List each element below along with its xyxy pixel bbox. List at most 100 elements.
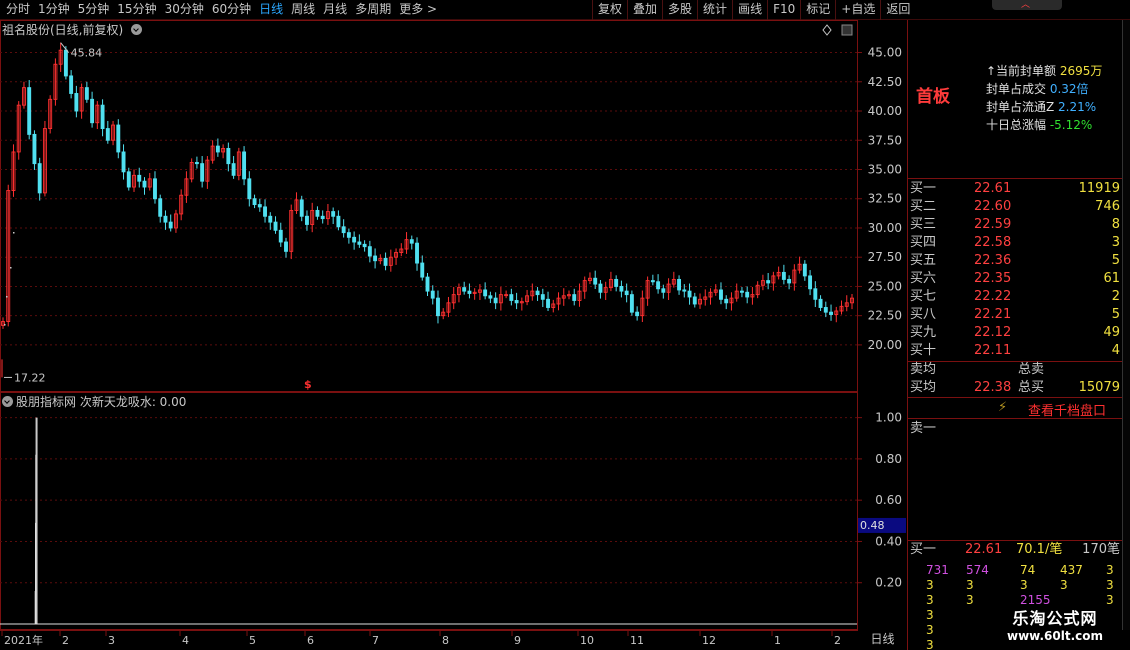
bid-level-name: 买六 [910, 271, 937, 286]
candle-body [32, 133, 37, 165]
bid-level-volume: 61 [1103, 271, 1120, 286]
candle-body [27, 87, 32, 135]
bid-level-row[interactable]: 买一 22.61 11919 [908, 180, 1122, 198]
queue-row: 731 574 74 437 3 [908, 563, 1122, 578]
candle-body [692, 296, 697, 305]
candle-body [200, 163, 205, 182]
tool-button-6[interactable]: 标记 [800, 0, 835, 20]
bid-level-row[interactable]: 买九 22.12 49 [908, 324, 1122, 342]
chevron-down-circle-icon[interactable] [2, 396, 13, 407]
chevron-down-circle-icon[interactable] [131, 24, 143, 35]
candle-body [63, 49, 68, 77]
stock-title-text: 祖名股份(日线,前复权) [2, 23, 124, 37]
candle-body [483, 289, 488, 297]
tool-button-2[interactable]: 多股 [662, 0, 697, 20]
bid-level-row[interactable]: 买五 22.36 5 [908, 252, 1122, 270]
candle-body [514, 300, 519, 304]
bid-level-name: 买五 [910, 253, 937, 268]
tool-button-1[interactable]: 叠加 [627, 0, 662, 20]
price-tick-label: 35.00 [868, 162, 902, 176]
candle-body [194, 162, 199, 165]
period-tabs: 分时 1分钟 5分钟 15分钟 30分钟 60分钟 日线 周线 月线 多周期 更多 > [2, 0, 441, 20]
first-board-badge: 首板 [916, 87, 950, 107]
seal-summary-row: 十日总涨幅 -5.12% [986, 116, 1092, 133]
bottom-bid-name: 买一 [910, 542, 937, 557]
bottom-bid-count: 170笔 [1082, 542, 1120, 557]
tool-button-4[interactable]: 画线 [732, 0, 767, 20]
queue-cell: 3 [966, 593, 974, 607]
candle-body [126, 171, 131, 188]
candle-body [383, 257, 388, 266]
candle-body [656, 281, 661, 290]
stock-title[interactable]: 祖名股份(日线,前复权) [2, 21, 145, 38]
candle-body [373, 255, 378, 262]
top-collapse-handle[interactable]: ︿ [992, 0, 1062, 10]
date-tick-label: 4 [182, 634, 189, 647]
tool-button-8[interactable]: 返回 [880, 0, 915, 20]
seal-summary-row: 封单占流通Z 2.21% [986, 98, 1096, 115]
high-price-label: 45.84 [71, 47, 103, 60]
bid-level-row[interactable]: 买七 22.22 2 [908, 288, 1122, 306]
kline-chart[interactable]: 45.00 42.50 40.00 37.50 35.00 32.50 30.00 27.50… [0, 20, 907, 392]
bid-level-row[interactable]: 买三 22.59 8 [908, 216, 1122, 234]
candle-body [121, 151, 126, 173]
candle-body [745, 291, 750, 298]
tool-button-5[interactable]: F10 [767, 0, 800, 20]
current-value-label: 0.48 [860, 519, 885, 532]
period-tab-0[interactable]: 分时 [2, 0, 34, 20]
bid-level-row[interactable]: 买二 22.60 746 [908, 198, 1122, 216]
bid-level-price: 22.59 [974, 217, 1012, 232]
bid-level-name: 买九 [910, 325, 937, 340]
indicator-tick-label: 0.60 [875, 493, 902, 507]
tool-button-3[interactable]: 统计 [697, 0, 732, 20]
price-tick-label: 45.00 [868, 46, 902, 60]
candle-body [341, 226, 346, 234]
candle-body [802, 263, 807, 277]
period-tab-2[interactable]: 5分钟 [74, 0, 114, 20]
buy-average-row: 买均 22.38 总买 15079 [908, 379, 1122, 397]
price-tick-label: 40.00 [868, 104, 902, 118]
period-tab-4[interactable]: 30分钟 [161, 0, 208, 20]
candle-body [37, 163, 42, 194]
bid-level-row[interactable]: 买六 22.35 61 [908, 270, 1122, 288]
candle-body [90, 98, 95, 124]
tool-button-0[interactable]: 复权 [592, 0, 627, 20]
view-ladder-link[interactable]: 查看千档盘口 [1028, 400, 1106, 419]
period-tab-7[interactable]: 周线 [287, 0, 319, 20]
bid-level-price: 22.60 [974, 199, 1012, 214]
date-tick-label: 8 [442, 634, 449, 647]
indicator-title[interactable]: 股朋指标网 次新天龙吸水: 0.00 [2, 393, 186, 410]
queue-cell: 574 [966, 563, 989, 577]
bid-level-row[interactable]: 买八 22.21 5 [908, 306, 1122, 324]
period-button[interactable]: 日线 [858, 630, 907, 650]
candle-body [808, 275, 813, 290]
period-tab-6[interactable]: 日线 [255, 0, 287, 20]
bid-level-name: 买二 [910, 199, 937, 214]
bid-level-row[interactable]: 买四 22.58 3 [908, 234, 1122, 252]
tool-button-7[interactable]: +自选 [835, 0, 880, 20]
candle-body [509, 294, 514, 301]
period-tab-1[interactable]: 1分钟 [34, 0, 74, 20]
period-tab-8[interactable]: 月线 [319, 0, 351, 20]
queue-cell: 3 [1060, 578, 1068, 592]
candle-body [215, 145, 220, 153]
indicator-chart[interactable]: 1.00 0.80 0.60 0.40 0.20 0.48 [0, 392, 907, 630]
right-edge-scrollbar[interactable] [1122, 20, 1130, 630]
price-tick-label: 37.50 [868, 133, 902, 147]
period-tab-9[interactable]: 多周期 [351, 0, 395, 20]
tool-buttons: 复权 叠加 多股 统计 画线 F10 标记 +自选 返回 [592, 0, 915, 20]
period-tab-10[interactable]: 更多 > [395, 0, 441, 20]
queue-cell: 3 [926, 608, 934, 622]
candle-body [619, 285, 624, 292]
price-tick-label: 30.00 [868, 221, 902, 235]
seal-summary-row: 封单占成交 0.32倍 [986, 80, 1089, 97]
bid-level-name: 买七 [910, 289, 937, 304]
period-tab-5[interactable]: 60分钟 [208, 0, 255, 20]
bottom-bid-row: 买一 22.61 70.1/笔 170笔 [908, 541, 1122, 559]
divider [908, 178, 1122, 179]
queue-cell: 731 [926, 563, 949, 577]
candle-body [818, 298, 823, 308]
bid-level-row[interactable]: 买十 22.11 4 [908, 342, 1122, 360]
period-tab-3[interactable]: 15分钟 [113, 0, 160, 20]
candle-body [409, 239, 414, 244]
